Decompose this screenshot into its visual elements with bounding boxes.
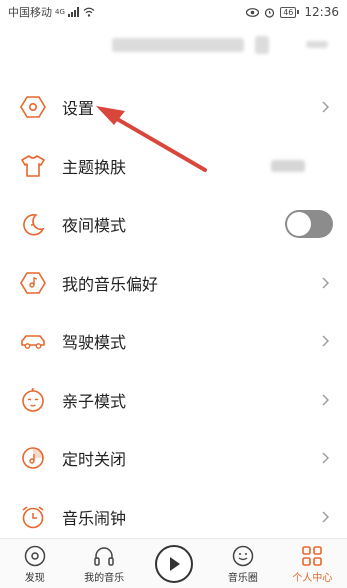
battery-level: 46 [280,6,297,18]
menu-label: 驾驶模式 [62,333,127,353]
nav-label: 发现 [24,573,45,584]
wifi-icon [83,7,95,17]
smiley-icon [232,545,254,567]
status-right: 46 12:36 [246,5,339,19]
hexagon-settings-icon [18,92,48,122]
baby-face-icon [18,385,48,415]
settings-menu: 设置 主题换肤 夜间模式 我的音乐偏好 驾驶模式 亲子模式 定时关闭 音乐闹钟 [0,78,347,546]
menu-label: 主题换肤 [62,157,127,177]
nav-my-music[interactable]: 我的音乐 [69,539,138,588]
grid-icon [302,546,323,566]
menu-item-music-preference[interactable]: 我的音乐偏好 [0,254,347,313]
moon-icon [18,209,48,239]
blurred-level [306,41,328,48]
battery-icon: 46 [280,6,300,18]
menu-item-driving-mode[interactable]: 驾驶模式 [0,312,347,371]
menu-label: 夜间模式 [62,216,127,236]
chevron-right-icon [322,101,329,113]
play-button[interactable] [154,544,193,583]
chevron-right-icon [322,277,329,289]
menu-label: 我的音乐偏好 [62,274,159,294]
carrier-label: 中国移动 [8,6,52,19]
tshirt-icon [18,151,48,181]
headphones-icon [94,547,114,566]
clock-time: 12:36 [304,5,339,19]
menu-item-night-mode[interactable]: 夜间模式 [0,195,347,254]
menu-label: 设置 [62,99,95,119]
alarm-clock-icon [18,502,48,532]
menu-item-theme[interactable]: 主题换肤 [0,137,347,196]
timer-icon [18,443,48,473]
menu-item-settings[interactable]: 设置 [0,78,347,137]
toggle-knob [287,212,311,237]
eye-icon [246,7,260,17]
menu-item-sleep-timer[interactable]: 定时关闭 [0,429,347,488]
alarm-status-icon [264,7,275,18]
menu-label: 定时关闭 [62,450,127,470]
blurred-theme-value [271,159,305,172]
nav-label: 我的音乐 [84,573,125,584]
nav-profile[interactable]: 个人中心 [278,539,347,588]
play-button-wrap [139,539,208,588]
network-badge: 4G [55,8,65,16]
bottom-nav: 发现 我的音乐 音乐圈 个人中心 [0,538,347,588]
hexagon-music-icon [18,268,48,298]
nav-discover[interactable]: 发现 [0,539,69,588]
blurred-username [112,38,244,52]
nav-label: 个人中心 [292,573,333,584]
night-mode-toggle[interactable] [285,210,333,239]
profile-header[interactable] [0,24,347,72]
menu-item-kids-mode[interactable]: 亲子模式 [0,371,347,430]
chevron-right-icon [322,452,329,464]
chevron-right-icon [322,511,329,523]
status-bar: 中国移动 4G 46 12:36 [0,0,347,24]
disc-icon [24,545,45,567]
menu-label: 音乐闹钟 [62,508,127,528]
nav-music-circle[interactable]: 音乐圈 [208,539,277,588]
menu-label: 亲子模式 [62,391,127,411]
play-icon [169,556,180,571]
chevron-right-icon [322,394,329,406]
nav-label: 音乐圈 [227,573,258,584]
blurred-badge [255,36,269,54]
signal-icon [67,7,80,17]
chevron-right-icon [322,335,329,347]
car-icon [18,326,48,356]
status-left: 中国移动 4G [8,4,95,20]
